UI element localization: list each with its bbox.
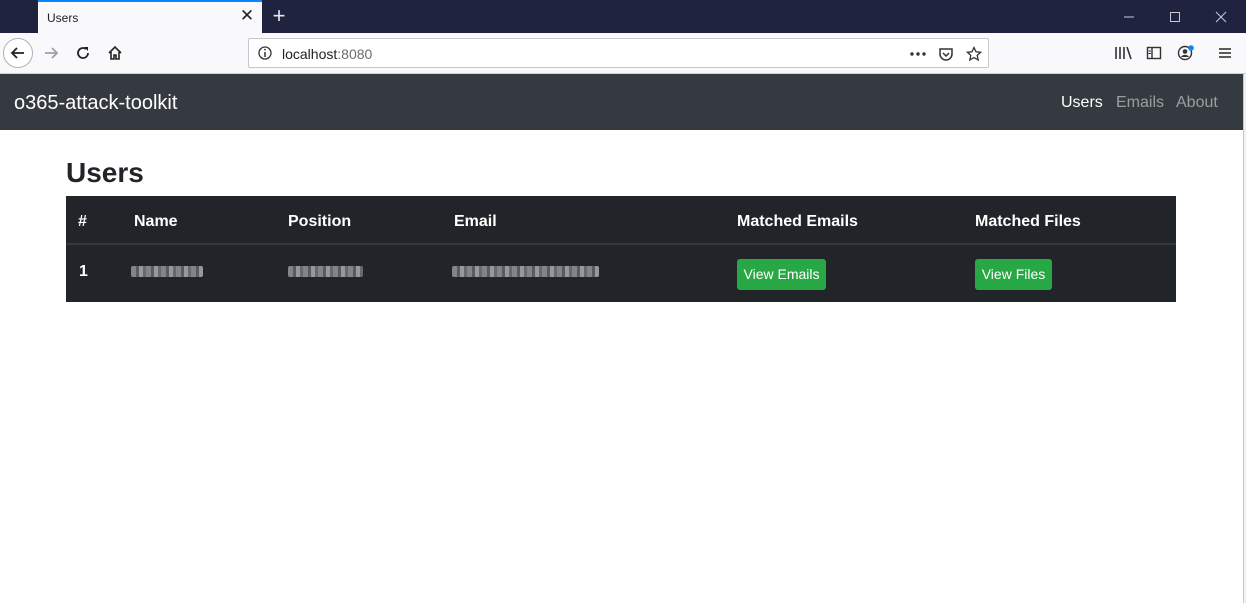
nav-link-about[interactable]: About: [1176, 94, 1218, 112]
column-header-matched-emails: Matched Emails: [737, 213, 858, 230]
sidebar-icon[interactable]: [1139, 38, 1169, 68]
column-header-index: #: [78, 213, 87, 230]
column-header-position: Position: [288, 213, 352, 230]
bookmark-star-icon[interactable]: [964, 44, 984, 64]
maximize-icon[interactable]: [1152, 0, 1198, 33]
redacted-position: [288, 266, 363, 277]
redacted-email: [452, 266, 599, 277]
site-navbar: o365-attack-toolkit Users Emails About: [0, 74, 1243, 130]
menu-icon[interactable]: [1210, 38, 1240, 68]
row-index: 1: [79, 263, 88, 280]
minimize-icon[interactable]: [1106, 0, 1152, 33]
redacted-name: [131, 266, 203, 277]
navbar-brand[interactable]: o365-attack-toolkit: [14, 92, 177, 115]
browser-tab[interactable]: Users ✕: [38, 0, 262, 33]
nav-link-users[interactable]: Users: [1061, 94, 1103, 112]
nav-link-emails[interactable]: Emails: [1116, 94, 1164, 112]
browser-toolbar: localhost:8080: [0, 33, 1246, 74]
reload-icon[interactable]: [68, 38, 98, 68]
pocket-icon[interactable]: [936, 44, 956, 64]
tab-close-icon[interactable]: ✕: [238, 7, 256, 25]
url-port: :8080: [337, 46, 373, 62]
column-header-name: Name: [134, 213, 178, 230]
new-tab-icon[interactable]: +: [268, 4, 290, 28]
tab-title: Users: [47, 11, 79, 25]
column-header-matched-files: Matched Files: [975, 213, 1081, 230]
forward-arrow-icon[interactable]: [36, 38, 66, 68]
table-header: # Name Position Email Matched Emails Mat…: [66, 196, 1176, 245]
url-host: localhost: [282, 46, 338, 62]
home-icon[interactable]: [100, 38, 130, 68]
site-info-icon[interactable]: [257, 45, 273, 61]
library-icon[interactable]: [1108, 38, 1138, 68]
view-files-button[interactable]: View Files: [975, 259, 1052, 290]
view-emails-button[interactable]: View Emails: [737, 259, 826, 290]
window-close-icon[interactable]: [1198, 0, 1244, 33]
column-header-email: Email: [454, 213, 497, 230]
url-bar[interactable]: localhost:8080: [248, 38, 989, 68]
page-title: Users: [66, 157, 144, 188]
back-arrow-icon[interactable]: [3, 38, 33, 68]
page-actions-icon[interactable]: [908, 44, 928, 64]
url-text: localhost:8080: [282, 46, 372, 62]
browser-tab-strip: Users ✕ +: [0, 0, 1246, 33]
account-icon[interactable]: [1171, 38, 1201, 68]
